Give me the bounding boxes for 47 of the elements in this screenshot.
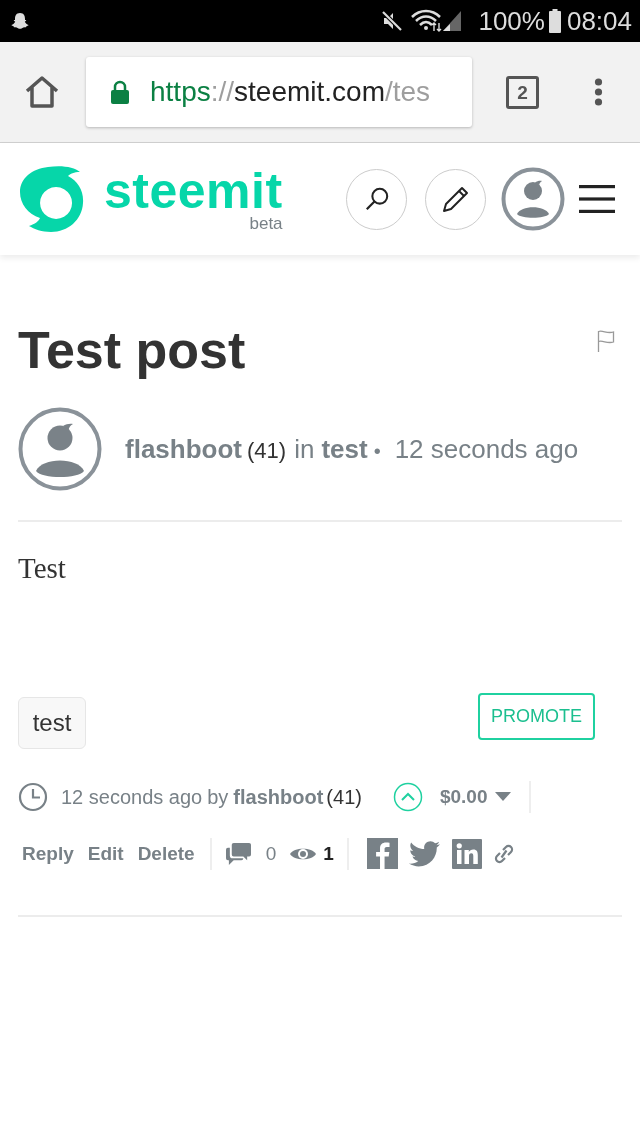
menu-icon[interactable] xyxy=(579,184,615,214)
facebook-icon[interactable] xyxy=(366,838,398,870)
action-link[interactable]: Reply xyxy=(22,839,74,869)
more-options-icon[interactable] xyxy=(593,78,604,106)
by-label: by xyxy=(207,784,229,810)
payout-amount[interactable]: $0.00 xyxy=(439,782,488,812)
battery-icon xyxy=(548,9,561,33)
action-link[interactable]: Delete xyxy=(137,839,195,869)
category-link[interactable]: test xyxy=(321,429,368,469)
tab-switcher-button[interactable]: 2 xyxy=(506,75,539,109)
pencil-icon xyxy=(441,185,470,213)
promote-button[interactable]: PROMOTE xyxy=(478,692,595,740)
action-link[interactable]: Edit xyxy=(87,839,124,869)
clock-icon xyxy=(18,781,48,812)
flag-icon[interactable] xyxy=(597,330,615,352)
post-time-link[interactable]: 12 seconds ago xyxy=(394,429,579,469)
caret-down-icon[interactable] xyxy=(495,791,512,802)
beta-label: beta xyxy=(249,215,283,232)
link-icon[interactable] xyxy=(493,842,514,865)
url-text: https://steemit.com/tes xyxy=(150,75,431,109)
ghost-icon xyxy=(10,11,30,31)
home-icon[interactable] xyxy=(24,75,60,109)
author-link[interactable]: flashboot xyxy=(125,429,242,469)
search-icon xyxy=(363,186,390,212)
linkedin-icon[interactable] xyxy=(451,838,482,869)
reputation-score: (41) xyxy=(326,784,362,810)
bird-icon[interactable] xyxy=(408,840,440,867)
signal-icon xyxy=(442,10,463,32)
comments-icon[interactable] xyxy=(224,841,252,867)
reputation-score: (41) xyxy=(247,436,287,465)
post-title: Test post xyxy=(18,320,246,380)
wifi-icon xyxy=(410,9,443,33)
muted-speaker-icon xyxy=(380,9,405,33)
tag-button[interactable]: test xyxy=(18,696,86,749)
author-avatar-icon[interactable] xyxy=(18,407,102,491)
clock-time: 08:04 xyxy=(566,8,632,34)
user-avatar-icon[interactable] xyxy=(501,167,565,231)
author-link[interactable]: flashboot xyxy=(233,781,324,812)
address-bar-field[interactable]: https://steemit.com/tes xyxy=(86,57,472,127)
in-label: in xyxy=(294,432,315,466)
post-time-link[interactable]: 12 seconds ago xyxy=(61,781,203,812)
comment-count: 0 xyxy=(265,841,277,866)
battery-level: 100% xyxy=(478,8,545,34)
post-body-text: Test xyxy=(18,551,67,586)
separator-dot: • xyxy=(373,438,381,464)
view-count: 1 xyxy=(323,841,334,866)
lock-icon xyxy=(110,80,130,104)
